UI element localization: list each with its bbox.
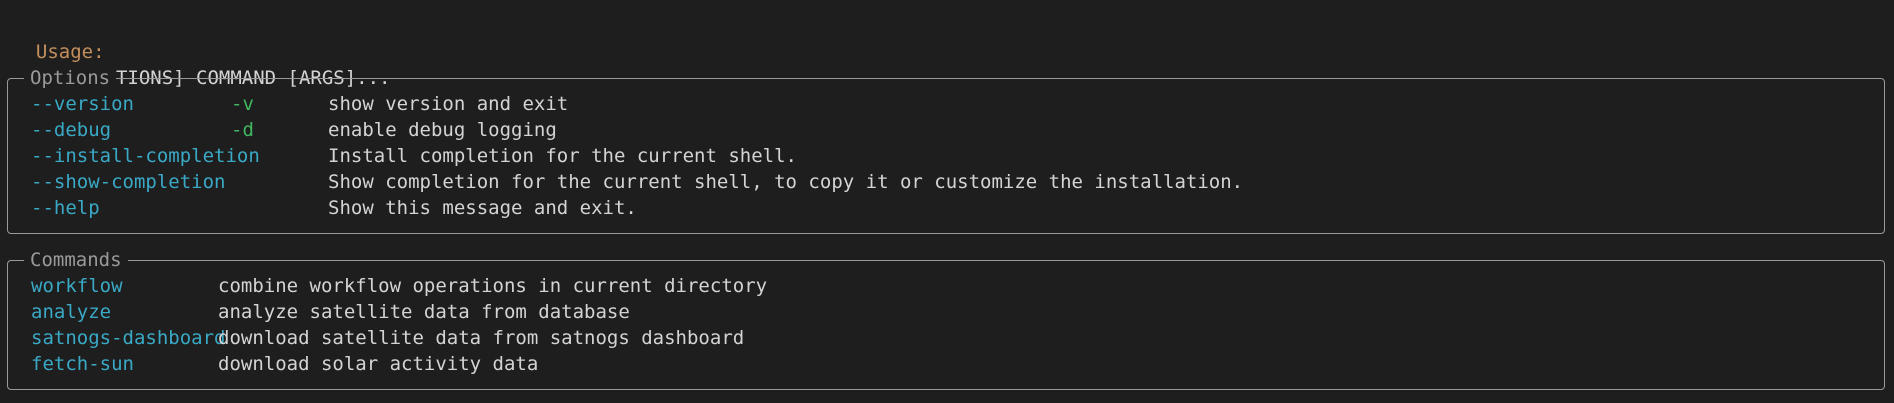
command-row-satnogs-dashboard: satnogs-dashboard download satellite dat…: [24, 325, 744, 351]
command-name: satnogs-dashboard: [31, 327, 226, 349]
command-row-workflow: workflow combine workflow operations in …: [24, 273, 767, 299]
usage-label: Usage:: [35, 41, 105, 63]
options-panel-title: Options: [24, 65, 117, 91]
option-row-install-completion: --install-completion Install completion …: [24, 143, 797, 169]
command-description: download satellite data from satnogs das…: [218, 327, 745, 349]
option-flag: --show-completion: [31, 171, 226, 193]
option-row-version: --version -v show version and exit: [24, 91, 568, 117]
option-short-flag: -d: [231, 119, 254, 141]
option-description: enable debug logging: [328, 119, 557, 141]
option-row-help: --help Show this message and exit.: [24, 195, 637, 221]
options-list: --version -v show version and exit --deb…: [24, 91, 1243, 221]
option-row-show-completion: --show-completion Show completion for th…: [24, 169, 1243, 195]
option-flag: --install-completion: [31, 145, 260, 167]
command-name: workflow: [31, 275, 123, 297]
command-description: download solar activity data: [218, 353, 539, 375]
option-row-debug: --debug -d enable debug logging: [24, 117, 557, 143]
option-flag: --debug: [31, 119, 112, 141]
command-description: combine workflow operations in current d…: [218, 275, 768, 297]
commands-panel-title: Commands: [24, 247, 128, 273]
commands-list: workflow combine workflow operations in …: [24, 273, 767, 377]
command-description: analyze satellite data from database: [218, 301, 630, 323]
option-short-flag: -v: [231, 93, 254, 115]
command-row-analyze: analyze analyze satellite data from data…: [24, 299, 630, 325]
option-description: Show this message and exit.: [328, 197, 637, 219]
command-name: analyze: [31, 301, 112, 323]
option-description: Show completion for the current shell, t…: [328, 171, 1244, 193]
command-name: fetch-sun: [31, 353, 134, 375]
commands-panel: Commands workflow combine workflow opera…: [7, 247, 1885, 390]
options-panel: Options --version -v show version and ex…: [7, 65, 1885, 234]
option-flag: --help: [31, 197, 100, 219]
command-row-fetch-sun: fetch-sun download solar activity data: [24, 351, 538, 377]
option-description: Install completion for the current shell…: [328, 145, 797, 167]
option-flag: --version: [31, 93, 134, 115]
option-description: show version and exit: [328, 93, 569, 115]
